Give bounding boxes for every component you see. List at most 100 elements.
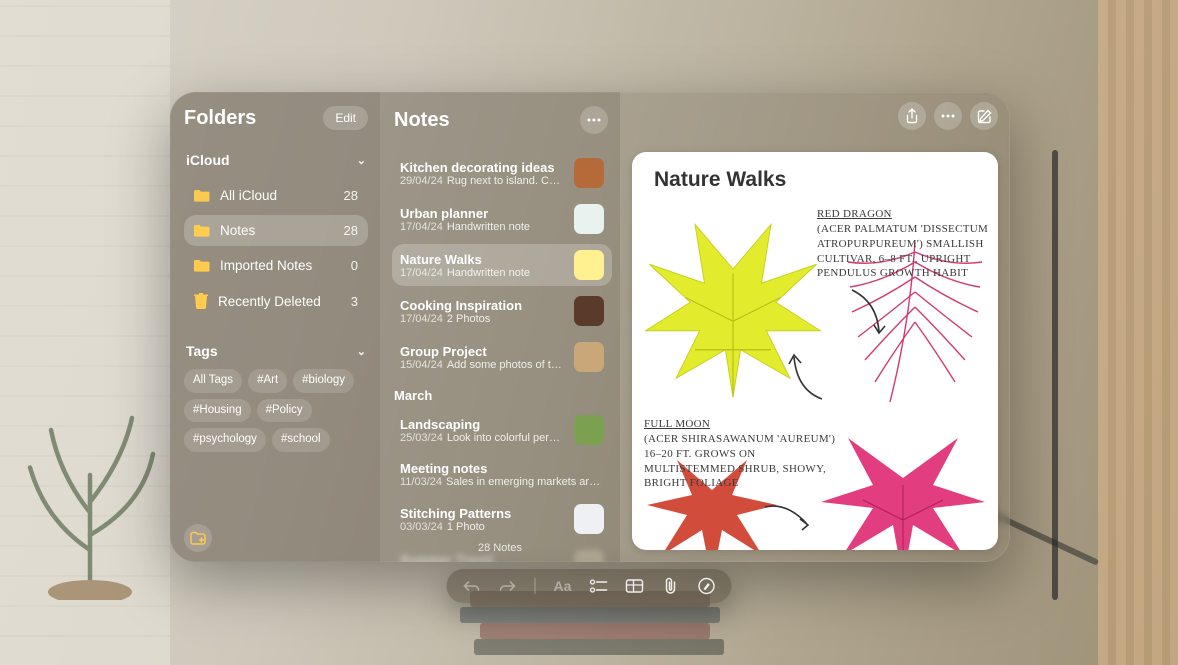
note-date: 11/03/24	[400, 476, 442, 488]
tag-psychology[interactable]: #psychology	[184, 428, 266, 452]
checklist-button[interactable]	[590, 577, 608, 595]
folder-label: All iCloud	[220, 188, 277, 203]
note-preview: Handwritten note	[447, 267, 530, 279]
folders-title: Folders	[184, 107, 256, 130]
note-preview: 2 Photos	[447, 313, 490, 325]
sidebar-item-trash[interactable]: Recently Deleted 3	[184, 285, 368, 317]
notes-title: Notes	[394, 109, 450, 132]
tags-label: Tags	[186, 343, 218, 359]
table-button[interactable]	[626, 577, 644, 595]
edit-button[interactable]: Edit	[323, 106, 368, 130]
undo-icon	[463, 579, 481, 593]
note-title: Summer Travel	[400, 552, 564, 563]
tags-header[interactable]: Tags ⌄	[184, 337, 368, 369]
note-date: 17/04/24	[400, 221, 443, 233]
note-row-blurred[interactable]: Summer Travel	[392, 544, 612, 562]
note-thumb	[574, 504, 604, 534]
note-row-kitchen[interactable]: Kitchen decorating ideas29/04/24Rug next…	[392, 152, 612, 194]
note-preview: Look into colorful perenn…	[447, 432, 564, 444]
folder-icon	[194, 189, 210, 202]
format-button[interactable]: Aa	[554, 577, 572, 595]
trash-icon	[194, 293, 208, 309]
tag-all[interactable]: All Tags	[184, 369, 242, 393]
note-thumb	[574, 158, 604, 188]
note-canvas[interactable]: Nature Walks	[632, 152, 998, 550]
share-button[interactable]	[898, 102, 926, 130]
separator	[535, 578, 536, 594]
new-folder-button[interactable]	[184, 524, 212, 552]
compose-icon	[977, 109, 992, 124]
list-more-button[interactable]	[580, 106, 608, 134]
attach-button[interactable]	[662, 577, 680, 595]
compose-button[interactable]	[970, 102, 998, 130]
note-row-urban[interactable]: Urban planner17/04/24 Handwritten note	[392, 198, 612, 240]
undo-button[interactable]	[463, 577, 481, 595]
note-preview: Rug next to island. Conte…	[447, 175, 564, 187]
redo-button[interactable]	[499, 577, 517, 595]
note-preview: Add some photos of their…	[447, 359, 564, 371]
note-title: Urban planner	[400, 206, 564, 221]
handwriting-button[interactable]	[698, 577, 716, 595]
share-icon	[905, 108, 919, 124]
note-row-cooking[interactable]: Cooking Inspiration17/04/24 2 Photos	[392, 290, 612, 332]
folder-label: Notes	[220, 223, 255, 238]
month-march: March	[392, 380, 616, 407]
notes-list: Notes Kitchen decorating ideas29/04/24Ru…	[380, 92, 620, 562]
chevron-down-icon: ⌄	[357, 154, 366, 167]
folder-count: 28	[344, 223, 358, 238]
folder-count: 3	[351, 294, 358, 309]
redo-icon	[499, 579, 517, 593]
note-date: 17/04/24	[400, 313, 443, 325]
note-row-nature[interactable]: Nature Walks17/04/24 Handwritten note	[392, 244, 612, 286]
note-title: Group Project	[400, 344, 564, 359]
tags-cloud: All Tags #Art #biology #Housing #Policy …	[184, 369, 368, 452]
folder-count: 28	[344, 188, 358, 203]
note-thumb	[574, 342, 604, 372]
note-date: 29/04/24	[400, 175, 443, 187]
note-row-landscaping[interactable]: Landscaping25/03/24Look into colorful pe…	[392, 409, 612, 451]
paperclip-icon	[664, 577, 678, 595]
note-row-meeting[interactable]: Meeting notes11/03/24Sales in emerging m…	[392, 455, 612, 494]
note-title: Landscaping	[400, 417, 564, 432]
note-date: 17/04/24	[400, 267, 443, 279]
new-folder-icon	[190, 531, 206, 545]
note-thumb	[574, 204, 604, 234]
note-title: Cooking Inspiration	[400, 298, 564, 313]
note-preview: 1 Photo	[447, 521, 485, 533]
sidebar-item-notes[interactable]: Notes 28	[184, 215, 368, 246]
note-date: 15/04/24	[400, 359, 443, 371]
app-window: Folders Edit iCloud ⌄ All iCloud 28 Note…	[170, 92, 1010, 562]
sidebar-item-all-icloud[interactable]: All iCloud 28	[184, 180, 368, 211]
note-thumb	[574, 415, 604, 445]
arrow-icon	[762, 502, 812, 532]
tag-housing[interactable]: #Housing	[184, 399, 251, 423]
folder-label: Imported Notes	[220, 258, 312, 273]
format-toolbar: Aa	[447, 569, 732, 603]
folder-icon	[194, 259, 210, 272]
folder-label: Recently Deleted	[218, 294, 321, 309]
handwriting-icon	[698, 577, 716, 595]
tag-biology[interactable]: #biology	[293, 369, 354, 393]
folder-count: 0	[351, 258, 358, 273]
note-preview: Handwritten note	[447, 221, 530, 233]
tag-school[interactable]: #school	[272, 428, 330, 452]
note-row-group-project[interactable]: Group Project15/04/24 Add some photos of …	[392, 336, 612, 378]
ellipsis-icon	[941, 114, 955, 118]
note-thumb	[574, 296, 604, 326]
folder-icon	[194, 224, 210, 237]
tag-art[interactable]: #Art	[248, 369, 287, 393]
arrow-icon	[787, 352, 827, 402]
sidebar-item-imported[interactable]: Imported Notes 0	[184, 250, 368, 281]
chevron-down-icon: ⌄	[357, 345, 366, 358]
account-header[interactable]: iCloud ⌄	[184, 146, 368, 178]
note-row-stitching[interactable]: Stitching Patterns03/03/241 Photo	[392, 498, 612, 540]
note-thumb	[574, 250, 604, 280]
note-title: Nature Walks	[400, 252, 564, 267]
note-date: 03/03/24	[400, 521, 443, 533]
tag-policy[interactable]: #Policy	[257, 399, 312, 423]
annotation-red-dragon: RED DRAGON (ACER PALMATUM 'DISSECTUM ATR…	[817, 207, 998, 281]
detail-more-button[interactable]	[934, 102, 962, 130]
format-icon: Aa	[554, 578, 572, 594]
folders-sidebar: Folders Edit iCloud ⌄ All iCloud 28 Note…	[170, 92, 380, 562]
note-detail: Nature Walks	[620, 92, 1010, 562]
